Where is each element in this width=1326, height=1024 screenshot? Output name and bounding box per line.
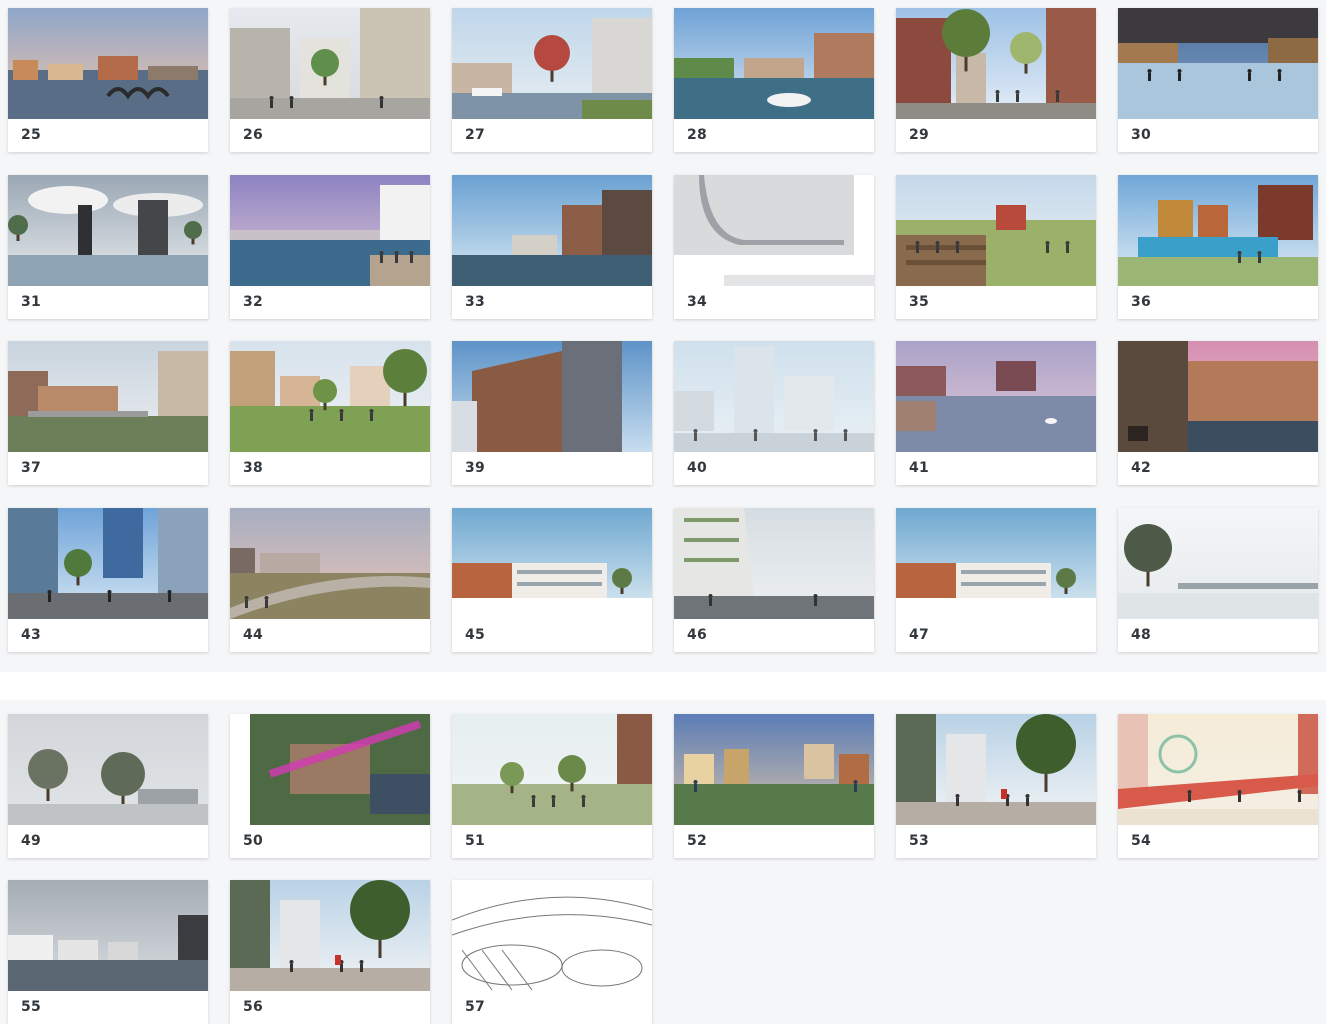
gallery-card-57[interactable]: 57 — [452, 880, 652, 1024]
thumbnail-image[interactable] — [8, 175, 208, 286]
thumbnail-image[interactable] — [674, 508, 874, 619]
card-number: 27 — [465, 127, 485, 143]
card-number: 56 — [243, 999, 263, 1015]
gallery-card-46[interactable]: 46 — [674, 508, 874, 652]
card-number: 45 — [465, 627, 485, 643]
card-number: 33 — [465, 294, 485, 310]
gallery-card-50[interactable]: 50 — [230, 714, 430, 858]
card-number: 51 — [465, 833, 485, 849]
card-number: 39 — [465, 460, 485, 476]
gallery-card-40[interactable]: 40 — [674, 341, 874, 485]
card-number: 42 — [1131, 460, 1151, 476]
card-number: 46 — [687, 627, 707, 643]
card-number: 26 — [243, 127, 263, 143]
gallery-card-33[interactable]: 33 — [452, 175, 652, 319]
card-number: 35 — [909, 294, 929, 310]
card-number: 57 — [465, 999, 485, 1015]
thumbnail-image[interactable] — [1118, 8, 1318, 119]
gallery-card-55[interactable]: 55 — [8, 880, 208, 1024]
thumbnail-image[interactable] — [1118, 508, 1318, 619]
gallery-card-36[interactable]: 36 — [1118, 175, 1318, 319]
card-number: 37 — [21, 460, 41, 476]
card-number: 50 — [243, 833, 263, 849]
card-number: 25 — [21, 127, 41, 143]
card-number: 34 — [687, 294, 707, 310]
card-number: 29 — [909, 127, 929, 143]
card-number: 40 — [687, 460, 707, 476]
thumbnail-image[interactable] — [230, 8, 430, 119]
thumbnail-image[interactable] — [8, 341, 208, 452]
thumbnail-image[interactable] — [896, 714, 1096, 825]
card-number: 52 — [687, 833, 707, 849]
gallery-card-32[interactable]: 32 — [230, 175, 430, 319]
gallery-card-34[interactable]: 34 — [674, 175, 874, 319]
thumbnail-image[interactable] — [8, 714, 208, 825]
gallery-card-27[interactable]: 27 — [452, 8, 652, 152]
gallery-card-54[interactable]: 54 — [1118, 714, 1318, 858]
card-number: 28 — [687, 127, 707, 143]
thumbnail-image[interactable] — [230, 341, 430, 452]
thumbnail-image[interactable] — [1118, 714, 1318, 825]
gallery-card-25[interactable]: 25 — [8, 8, 208, 152]
thumbnail-image[interactable] — [452, 175, 652, 286]
thumbnail-image[interactable] — [674, 175, 874, 286]
gallery-card-44[interactable]: 44 — [230, 508, 430, 652]
card-number: 38 — [243, 460, 263, 476]
card-number: 55 — [21, 999, 41, 1015]
gallery-card-45[interactable]: 45 — [452, 508, 652, 652]
thumbnail-image[interactable] — [674, 714, 874, 825]
gallery-card-53[interactable]: 53 — [896, 714, 1096, 858]
card-number: 54 — [1131, 833, 1151, 849]
thumbnail-image[interactable] — [896, 8, 1096, 119]
thumbnail-image[interactable] — [896, 508, 1096, 619]
gallery-card-49[interactable]: 49 — [8, 714, 208, 858]
thumbnail-image[interactable] — [230, 175, 430, 286]
gallery-card-37[interactable]: 37 — [8, 341, 208, 485]
gallery-card-29[interactable]: 29 — [896, 8, 1096, 152]
thumbnail-image[interactable] — [8, 880, 208, 991]
card-number: 36 — [1131, 294, 1151, 310]
thumbnail-image[interactable] — [452, 880, 652, 991]
thumbnail-image[interactable] — [8, 8, 208, 119]
thumbnail-image[interactable] — [1118, 175, 1318, 286]
thumbnail-image[interactable] — [896, 175, 1096, 286]
gallery-card-28[interactable]: 28 — [674, 8, 874, 152]
thumbnail-image[interactable] — [230, 508, 430, 619]
gallery-card-30[interactable]: 30 — [1118, 8, 1318, 152]
card-number: 31 — [21, 294, 41, 310]
thumbnail-image[interactable] — [452, 714, 652, 825]
card-number: 53 — [909, 833, 929, 849]
gallery-card-39[interactable]: 39 — [452, 341, 652, 485]
gallery-card-43[interactable]: 43 — [8, 508, 208, 652]
card-number: 32 — [243, 294, 263, 310]
thumbnail-image[interactable] — [230, 714, 430, 825]
gallery-card-48[interactable]: 48 — [1118, 508, 1318, 652]
thumbnail-image[interactable] — [452, 508, 652, 619]
thumbnail-image[interactable] — [674, 8, 874, 119]
thumbnail-image[interactable] — [230, 880, 430, 991]
card-number: 30 — [1131, 127, 1151, 143]
gallery-card-41[interactable]: 41 — [896, 341, 1096, 485]
gallery-card-31[interactable]: 31 — [8, 175, 208, 319]
card-number: 44 — [243, 627, 263, 643]
card-number: 47 — [909, 627, 929, 643]
gallery-card-35[interactable]: 35 — [896, 175, 1096, 319]
gallery-card-47[interactable]: 47 — [896, 508, 1096, 652]
card-number: 41 — [909, 460, 929, 476]
gallery-card-38[interactable]: 38 — [230, 341, 430, 485]
card-number: 48 — [1131, 627, 1151, 643]
thumbnail-image[interactable] — [896, 341, 1096, 452]
thumbnail-image[interactable] — [674, 341, 874, 452]
card-number: 49 — [21, 833, 41, 849]
gallery-card-42[interactable]: 42 — [1118, 341, 1318, 485]
thumbnail-image[interactable] — [452, 341, 652, 452]
gallery-card-56[interactable]: 56 — [230, 880, 430, 1024]
thumbnail-image[interactable] — [8, 508, 208, 619]
thumbnail-image[interactable] — [1118, 341, 1318, 452]
gallery-card-51[interactable]: 51 — [452, 714, 652, 858]
gallery-card-52[interactable]: 52 — [674, 714, 874, 858]
card-number: 43 — [21, 627, 41, 643]
thumbnail-image[interactable] — [452, 8, 652, 119]
gallery-card-26[interactable]: 26 — [230, 8, 430, 152]
